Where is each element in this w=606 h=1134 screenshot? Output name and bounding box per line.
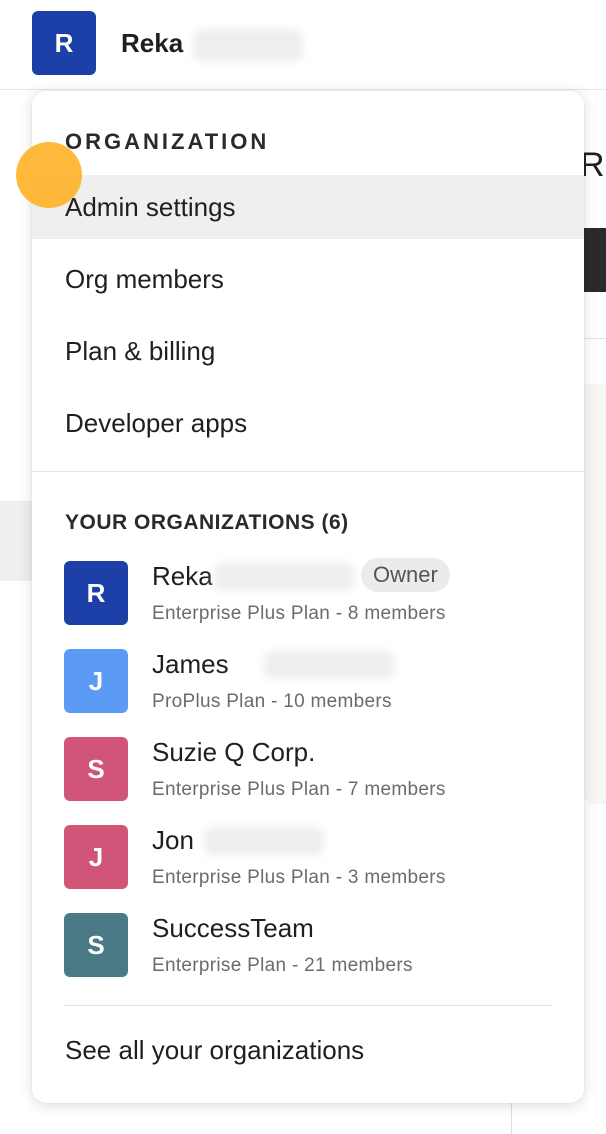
org-avatar: S bbox=[64, 737, 128, 801]
app-root: Re R Reka ORGANIZATION Admin settings Or… bbox=[0, 0, 606, 1134]
user-avatar-letter: R bbox=[54, 27, 74, 58]
section-divider bbox=[32, 471, 584, 472]
org-row-reka[interactable]: R Reka Owner Enterprise Plus Plan - 8 me… bbox=[64, 558, 564, 625]
section-divider bbox=[64, 1005, 552, 1006]
org-row-jon[interactable]: J Jon Enterprise Plus Plan - 3 members bbox=[64, 825, 564, 889]
org-plan: ProPlus Plan - 10 members bbox=[152, 691, 392, 712]
org-row-suzie-q-corp[interactable]: S Suzie Q Corp. Enterprise Plus Plan - 7… bbox=[64, 737, 564, 801]
redacted-org-name bbox=[264, 651, 394, 679]
menu-item-admin-settings[interactable]: Admin settings bbox=[32, 175, 584, 239]
org-plan: Enterprise Plus Plan - 8 members bbox=[152, 603, 446, 624]
org-row-successteam[interactable]: S SuccessTeam Enterprise Plan - 21 membe… bbox=[64, 913, 564, 977]
org-plan: Enterprise Plan - 21 members bbox=[152, 955, 413, 976]
your-organizations-title: YOUR ORGANIZATIONS (6) bbox=[65, 511, 349, 534]
org-name: SuccessTeam bbox=[152, 913, 314, 943]
org-avatar-letter: J bbox=[88, 665, 104, 696]
org-avatar: J bbox=[64, 649, 128, 713]
owner-badge: Owner bbox=[361, 558, 450, 592]
org-name: Jon bbox=[152, 825, 194, 855]
user-avatar[interactable]: R bbox=[32, 11, 96, 75]
redacted-org-name bbox=[204, 827, 324, 855]
org-avatar: S bbox=[64, 913, 128, 977]
menu-item-plan-billing[interactable]: Plan & billing bbox=[32, 319, 584, 383]
menu-item-developer-apps[interactable]: Developer apps bbox=[32, 391, 584, 455]
menu-item-org-members[interactable]: Org members bbox=[32, 247, 584, 311]
org-name: Reka bbox=[152, 561, 213, 591]
background-divider bbox=[584, 338, 606, 339]
org-avatar: R bbox=[64, 561, 128, 625]
redacted-org-name bbox=[214, 563, 354, 591]
org-avatar-letter: R bbox=[86, 577, 106, 608]
org-avatar-letter: S bbox=[87, 929, 105, 960]
org-name: Suzie Q Corp. bbox=[152, 737, 316, 767]
touch-indicator bbox=[16, 142, 82, 208]
background-panel bbox=[584, 384, 606, 804]
org-avatar-letter: S bbox=[87, 753, 105, 784]
org-row-james[interactable]: J James ProPlus Plan - 10 members bbox=[64, 649, 564, 713]
background-left-strip bbox=[0, 501, 32, 581]
background-vertical-line bbox=[511, 1100, 512, 1134]
redacted-last-name bbox=[193, 29, 303, 61]
user-name-button[interactable]: Reka bbox=[121, 28, 183, 59]
org-plan: Enterprise Plus Plan - 7 members bbox=[152, 779, 446, 800]
top-bar: R Reka bbox=[0, 0, 606, 90]
org-avatar: J bbox=[64, 825, 128, 889]
see-all-organizations-link[interactable]: See all your organizations bbox=[65, 1035, 364, 1066]
organization-section-title: ORGANIZATION bbox=[65, 129, 270, 154]
org-plan: Enterprise Plus Plan - 3 members bbox=[152, 867, 446, 888]
org-avatar-letter: J bbox=[88, 841, 104, 872]
organization-dropdown-menu: ORGANIZATION Admin settings Org members … bbox=[32, 91, 584, 1103]
background-dark-button bbox=[584, 228, 606, 292]
org-name: James bbox=[152, 649, 229, 679]
